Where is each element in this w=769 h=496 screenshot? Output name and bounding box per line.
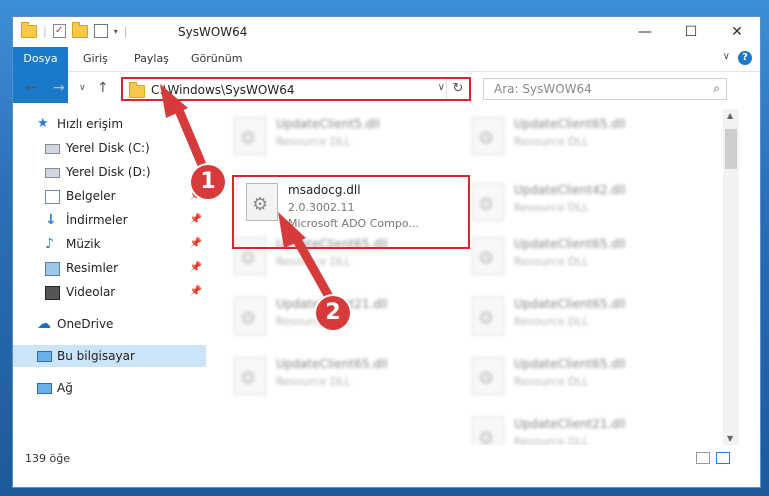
arrow-1-shaft xyxy=(173,103,210,177)
annotation-arrows xyxy=(160,84,337,307)
step-1-badge: 1 xyxy=(191,165,225,199)
step-2-badge: 2 xyxy=(316,296,350,330)
arrow-2-shaft xyxy=(291,233,337,307)
